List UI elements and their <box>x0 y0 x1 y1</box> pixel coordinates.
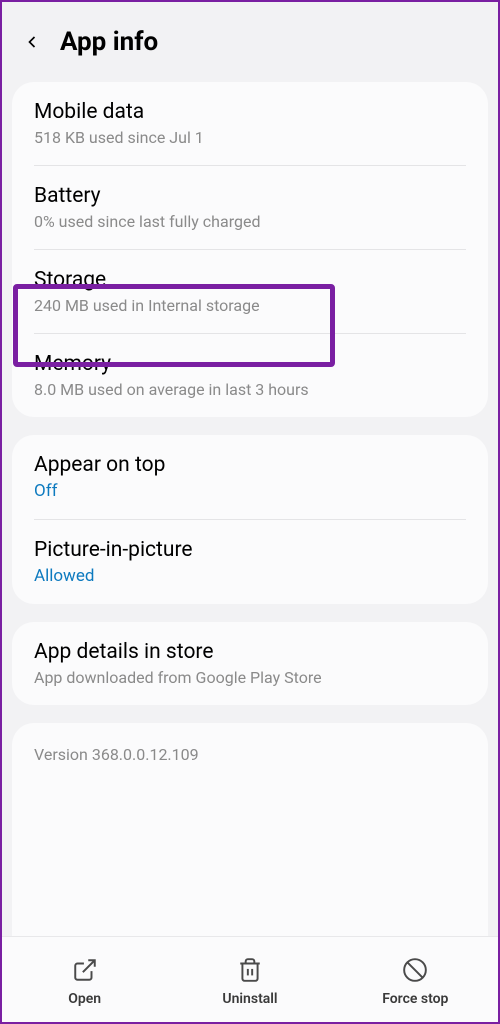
version-label: Version 368.0.0.12.109 <box>12 723 488 936</box>
force-stop-button[interactable]: Force stop <box>333 957 498 1007</box>
usage-card: Mobile data 518 KB used since Jul 1 Batt… <box>12 82 488 417</box>
storage-title: Storage <box>34 268 466 292</box>
mobile-data-item[interactable]: Mobile data 518 KB used since Jul 1 <box>12 82 488 165</box>
page-title: App info <box>60 27 158 57</box>
mobile-data-subtitle: 518 KB used since Jul 1 <box>34 128 466 147</box>
battery-item[interactable]: Battery 0% used since last fully charged <box>12 166 488 249</box>
battery-title: Battery <box>34 184 466 208</box>
mobile-data-title: Mobile data <box>34 100 466 124</box>
uninstall-label: Uninstall <box>222 991 277 1007</box>
storage-subtitle: 240 MB used in Internal storage <box>34 296 466 315</box>
uninstall-button[interactable]: Uninstall <box>167 957 332 1007</box>
store-card: App details in store App downloaded from… <box>12 622 488 705</box>
storage-item[interactable]: Storage 240 MB used in Internal storage <box>12 250 488 333</box>
app-info-screen: App info Mobile data 518 KB used since J… <box>2 2 498 1022</box>
pip-item[interactable]: Picture-in-picture Allowed <box>12 520 488 604</box>
open-icon <box>72 957 98 983</box>
battery-subtitle: 0% used since last fully charged <box>34 212 466 231</box>
stop-icon <box>402 957 428 983</box>
app-details-subtitle: App downloaded from Google Play Store <box>34 668 466 687</box>
open-button[interactable]: Open <box>2 957 167 1007</box>
trash-icon <box>237 957 263 983</box>
bottom-action-bar: Open Uninstall Force stop <box>2 936 498 1022</box>
pip-title: Picture-in-picture <box>34 538 466 562</box>
appear-on-top-title: Appear on top <box>34 453 466 477</box>
appear-on-top-subtitle: Off <box>34 481 466 501</box>
force-stop-label: Force stop <box>382 991 448 1007</box>
memory-subtitle: 8.0 MB used on average in last 3 hours <box>34 380 466 399</box>
back-icon[interactable] <box>22 32 42 52</box>
pip-subtitle: Allowed <box>34 566 466 586</box>
memory-item[interactable]: Memory 8.0 MB used on average in last 3 … <box>12 334 488 417</box>
app-details-item[interactable]: App details in store App downloaded from… <box>12 622 488 705</box>
appear-on-top-item[interactable]: Appear on top Off <box>12 435 488 519</box>
overlay-card: Appear on top Off Picture-in-picture All… <box>12 435 488 604</box>
header: App info <box>12 12 488 82</box>
open-label: Open <box>68 991 101 1007</box>
app-details-title: App details in store <box>34 640 466 664</box>
memory-title: Memory <box>34 352 466 376</box>
